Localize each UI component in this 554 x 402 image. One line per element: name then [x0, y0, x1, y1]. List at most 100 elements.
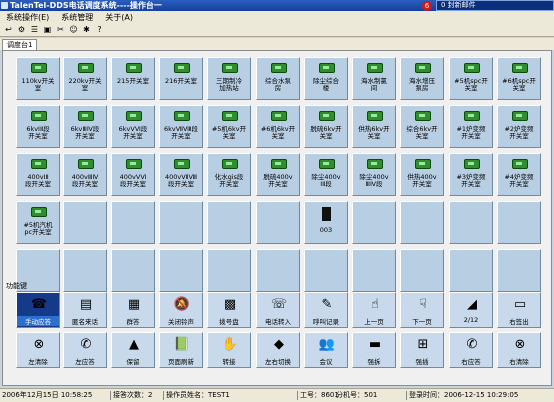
- exit-icon[interactable]: ↩: [3, 25, 14, 35]
- print-icon[interactable]: ▣: [42, 25, 53, 35]
- station-button-empty[interactable]: [400, 201, 444, 244]
- station-button[interactable]: #5机汽机 pc开关室: [16, 201, 60, 244]
- function-button[interactable]: 📗 页面刷新: [159, 332, 203, 368]
- function-button[interactable]: ▲ 保留: [111, 332, 155, 368]
- station-button-empty[interactable]: [352, 201, 396, 244]
- station-button[interactable]: #6机6kv开 关室: [256, 105, 300, 148]
- station-button-empty[interactable]: [159, 201, 203, 244]
- station-button[interactable]: #5机spc开 关室: [449, 57, 493, 100]
- tools-icon[interactable]: ✂: [55, 25, 66, 35]
- station-button[interactable]: 6kvⅠⅡ段 开关室: [16, 105, 60, 148]
- function-button[interactable]: ⊞ 强插: [400, 332, 444, 368]
- config-icon[interactable]: ✱: [81, 25, 92, 35]
- function-label: 左右切换: [265, 358, 291, 366]
- station-button[interactable]: 400vⅢⅣ 段开关室: [63, 153, 107, 196]
- menu-about[interactable]: 关于(A): [99, 12, 139, 23]
- station-button[interactable]: 400vⅠⅡ 段开关室: [16, 153, 60, 196]
- function-button[interactable]: ☟ 下一页: [400, 292, 444, 328]
- function-label: 保留: [126, 358, 140, 366]
- station-button-empty[interactable]: [159, 249, 203, 292]
- force-insert-icon: ⊞: [417, 337, 429, 352]
- station-button-empty[interactable]: [352, 249, 396, 292]
- function-label: 呼叫记录: [313, 318, 339, 326]
- station-button[interactable]: #6机spc开 关室: [497, 57, 541, 100]
- users-icon[interactable]: ☺: [68, 25, 79, 35]
- function-button[interactable]: ▩ 拨号盘: [207, 292, 251, 328]
- function-button[interactable]: ▭ 右签出: [497, 292, 541, 328]
- settings-icon[interactable]: ⚙: [16, 25, 27, 35]
- station-button-empty[interactable]: [63, 249, 107, 292]
- help-icon[interactable]: ?: [94, 25, 105, 35]
- station-button-empty[interactable]: [111, 249, 155, 292]
- station-button[interactable]: 003: [304, 201, 348, 244]
- station-button-empty[interactable]: [63, 201, 107, 244]
- station-button[interactable]: 海水增压 泵房: [400, 57, 444, 100]
- station-button[interactable]: 供热6kv开 关室: [352, 105, 396, 148]
- station-button-empty[interactable]: [256, 249, 300, 292]
- station-button[interactable]: #2炉变频 开关室: [497, 105, 541, 148]
- function-button[interactable]: ☝ 上一页: [352, 292, 396, 328]
- station-button-empty[interactable]: [497, 249, 541, 292]
- station-button-empty[interactable]: [207, 249, 251, 292]
- function-button[interactable]: ☎ 手动应答: [16, 292, 60, 328]
- station-button[interactable]: 6kvⅤⅥ段 开关室: [111, 105, 155, 148]
- phone-icon: [174, 111, 190, 121]
- station-button-empty[interactable]: [449, 249, 493, 292]
- function-button[interactable]: ◢ 2/12: [449, 292, 493, 328]
- station-button[interactable]: #1炉变频 开关室: [449, 105, 493, 148]
- function-button[interactable]: ✆ 左应答: [63, 332, 107, 368]
- station-button[interactable]: 220kv开关 室: [63, 57, 107, 100]
- station-button[interactable]: 除尘400v ⅢⅣ段: [352, 153, 396, 196]
- station-button[interactable]: 化水gis段 开关室: [207, 153, 251, 196]
- station-button[interactable]: 除尘综合 楼: [304, 57, 348, 100]
- function-button[interactable]: ▤ 匿名来话: [63, 292, 107, 328]
- function-button[interactable]: ◆ 左右切换: [256, 332, 300, 368]
- station-button[interactable]: 6kvⅦⅧ段 开关室: [159, 105, 203, 148]
- station-button[interactable]: 脱硫6kv开 关室: [304, 105, 348, 148]
- station-button[interactable]: 110kv开关 室: [16, 57, 60, 100]
- station-button-empty[interactable]: [449, 201, 493, 244]
- station-label: 综合6kv开 关室: [406, 125, 438, 140]
- function-button[interactable]: ⊗ 左清除: [16, 332, 60, 368]
- function-button[interactable]: 🔕 关闭铃声: [159, 292, 203, 328]
- function-button[interactable]: ✎ 呼叫记录: [304, 292, 348, 328]
- function-button[interactable]: ✋ 转接: [207, 332, 251, 368]
- station-button[interactable]: #5机6kv开 关室: [207, 105, 251, 148]
- hold-icon: ▲: [129, 337, 139, 352]
- list-icon[interactable]: ☰: [29, 25, 40, 35]
- station-button-empty[interactable]: [497, 201, 541, 244]
- station-button[interactable]: 供热400v 开关室: [400, 153, 444, 196]
- function-button[interactable]: ☏ 电话转入: [256, 292, 300, 328]
- station-button[interactable]: 三期制冷 加热站: [207, 57, 251, 100]
- station-button[interactable]: #3炉变频 开关室: [449, 153, 493, 196]
- station-button[interactable]: #4炉变频 开关室: [497, 153, 541, 196]
- station-label: 6kvⅠⅡ段 开关室: [26, 125, 50, 140]
- function-button[interactable]: ▦ 群答: [111, 292, 155, 328]
- station-button-empty[interactable]: [304, 249, 348, 292]
- station-button[interactable]: 综合水泵 房: [256, 57, 300, 100]
- station-button[interactable]: 215开关室: [111, 57, 155, 100]
- function-button[interactable]: 👥 会议: [304, 332, 348, 368]
- station-button-empty[interactable]: [207, 201, 251, 244]
- phone-icon: [174, 159, 190, 169]
- station-button[interactable]: 脱硫400v 开关室: [256, 153, 300, 196]
- station-button-empty[interactable]: [256, 201, 300, 244]
- function-button[interactable]: ▬ 强拆: [352, 332, 396, 368]
- station-label: 脱硫6kv开 关室: [310, 125, 342, 140]
- menu-system-admin[interactable]: 系统管理: [55, 12, 99, 23]
- station-button[interactable]: 6kvⅢⅣ段 开关室: [63, 105, 107, 148]
- station-button[interactable]: 综合6kv开 关室: [400, 105, 444, 148]
- station-button[interactable]: 216开关室: [159, 57, 203, 100]
- station-button-empty[interactable]: [400, 249, 444, 292]
- menu-system-ops[interactable]: 系统操作(E): [0, 12, 55, 23]
- station-button[interactable]: 400vⅦⅧ 段开关室: [159, 153, 203, 196]
- mail-notice[interactable]: 0 封新邮件: [436, 0, 554, 11]
- page-indicator-icon: ◢: [467, 297, 477, 312]
- station-button[interactable]: 海水制氯 间: [352, 57, 396, 100]
- station-button[interactable]: 400vⅤⅥ 段开关室: [111, 153, 155, 196]
- function-button[interactable]: ✆ 右应答: [449, 332, 493, 368]
- function-button[interactable]: ⊗ 右清除: [497, 332, 541, 368]
- station-button[interactable]: 除尘400v ⅠⅡ段: [304, 153, 348, 196]
- station-label: 海水制氯 间: [361, 77, 387, 92]
- station-button-empty[interactable]: [111, 201, 155, 244]
